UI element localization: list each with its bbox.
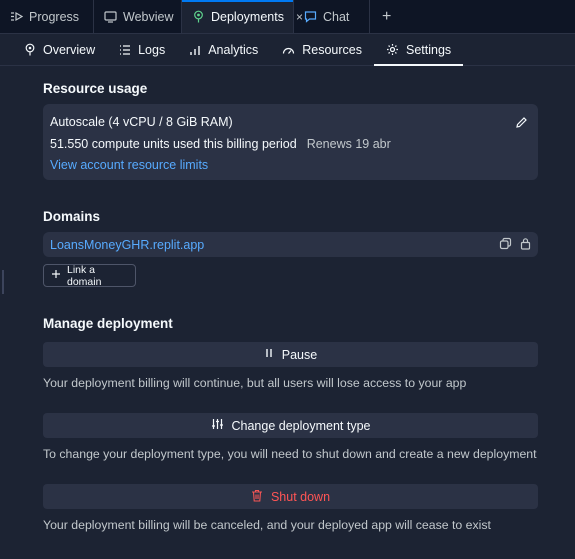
domain-link[interactable]: LoansMoneyGHR.replit.app [50,238,204,252]
resize-handle[interactable] [2,270,4,294]
tab-label: Analytics [208,42,259,57]
view-resource-limits-link[interactable]: View account resource limits [50,158,531,172]
section-title-manage-deployment: Manage deployment [43,316,173,331]
shut-down-button[interactable]: Shut down [43,484,538,509]
analytics-icon [189,44,201,56]
logs-icon [119,44,131,56]
tab-resources[interactable]: Resources [270,34,374,65]
tab-label: Webview [123,9,174,24]
progress-icon [10,10,23,23]
usage-text: 51.550 compute units used this billing p… [50,137,297,151]
tab-webview[interactable]: Webview [94,0,182,33]
deployments-icon [192,10,205,23]
edit-icon[interactable] [515,116,528,132]
plus-icon [51,269,61,282]
tab-label: Progress [29,9,80,24]
change-deployment-type-label: Change deployment type [231,418,371,433]
tab-chat[interactable]: Chat [294,0,370,33]
tab-label: Overview [43,42,96,57]
editor-tab-bar: Progress Webview Deployments × Chat + [0,0,575,34]
add-tab-button[interactable]: + [370,0,403,33]
tab-overview[interactable]: Overview [12,34,107,65]
domain-actions [499,237,531,253]
tab-logs[interactable]: Logs [107,34,177,65]
tab-label: Chat [323,9,350,24]
usage-row: 51.550 compute units used this billing p… [50,137,531,151]
tab-deployments[interactable]: Deployments × [182,0,303,33]
copy-icon[interactable] [499,237,512,253]
link-domain-button[interactable]: Link a domain [43,263,136,288]
change-deployment-description: To change your deployment type, you will… [43,447,537,461]
plan-label: Autoscale (4 vCPU / 8 GiB RAM) [50,115,233,129]
shut-down-label: Shut down [270,489,331,504]
deployment-subnav: Overview Logs Analytics Resources Settin… [0,34,575,66]
tab-bar-spacer [403,0,575,33]
pause-icon [264,347,274,362]
chat-icon [304,10,317,23]
section-title-domains: Domains [43,209,101,224]
resource-usage-card: Autoscale (4 vCPU / 8 GiB RAM) 51.550 co… [43,104,538,180]
trash-icon [251,489,263,505]
shut-down-description: Your deployment billing will be canceled… [43,518,491,532]
tab-analytics[interactable]: Analytics [177,34,270,65]
change-deployment-type-button[interactable]: Change deployment type [43,413,538,438]
tab-label: Resources [302,42,362,57]
sliders-icon [211,418,224,433]
lock-icon [520,237,531,253]
tab-label: Settings [405,42,452,57]
pause-label: Pause [281,347,318,362]
section-title-resource-usage: Resource usage [43,81,148,96]
renewal-date: Renews 19 abr [306,137,391,151]
tab-settings[interactable]: Settings [373,34,464,66]
webview-icon [104,10,117,23]
tab-label: Logs [138,42,166,57]
overview-icon [24,43,36,56]
link-domain-label: Link a domain [67,263,102,288]
gear-icon [386,43,399,56]
left-rail [0,66,5,559]
tab-label: Deployments [211,9,284,24]
pause-description: Your deployment billing will continue, b… [43,376,467,390]
tab-progress[interactable]: Progress [0,0,94,33]
resources-icon [282,44,295,56]
domain-row: LoansMoneyGHR.replit.app [43,232,538,257]
pause-button[interactable]: Pause [43,342,538,367]
